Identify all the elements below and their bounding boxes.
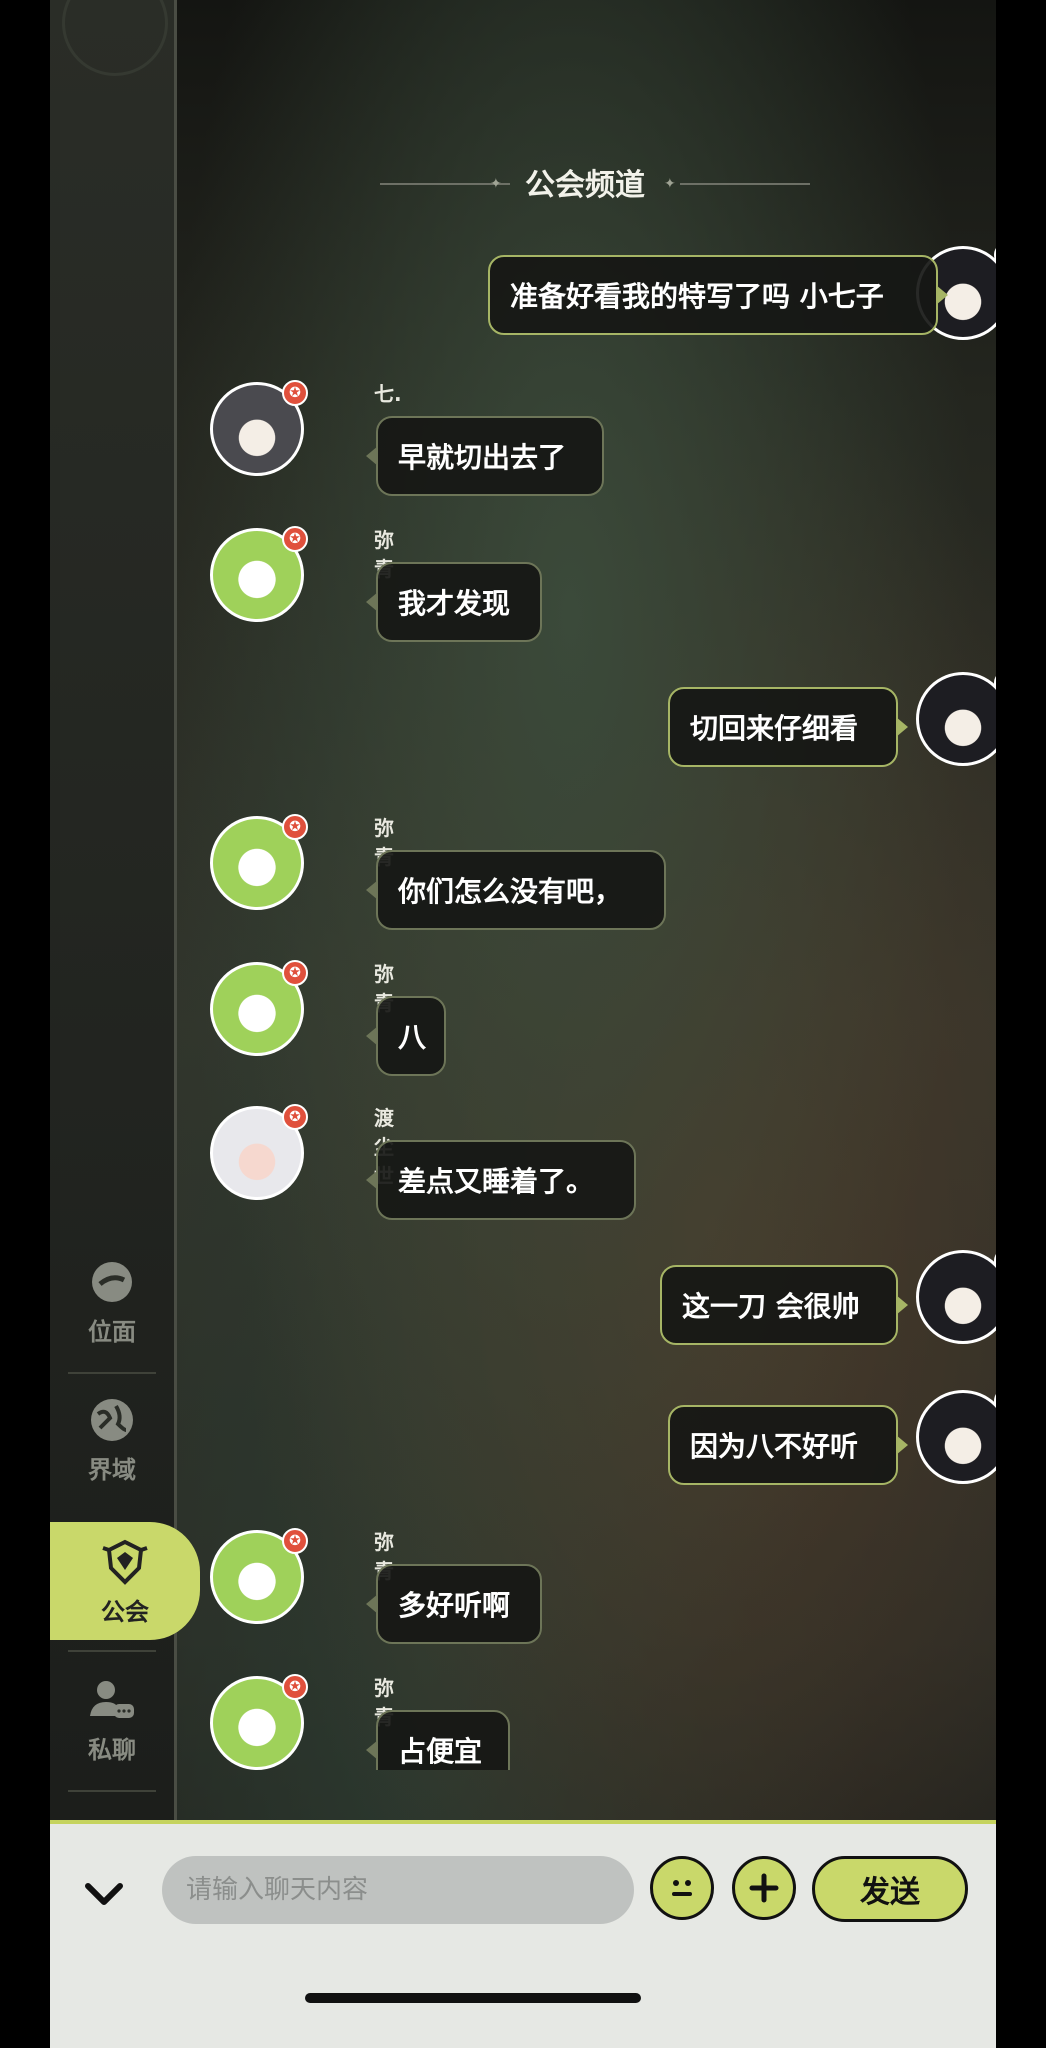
chat-input-bar: 发送 [50,1820,996,2048]
message-bubble[interactable]: 八 [366,996,446,1076]
level-badge-icon: ✪ [282,380,308,406]
avatar[interactable] [916,1250,996,1344]
message-list[interactable]: ♛ 准备好看我的特写了吗 小七子 ✪ 七. 早就切出去了 ✪ 弥青 我才发现 ♛… [174,240,996,1770]
level-badge-icon: ✪ [282,1104,308,1130]
level-badge-icon: ✪ [282,526,308,552]
home-indicator[interactable] [305,1993,641,2003]
message-bubble[interactable]: 切回来仔细看 [668,687,908,767]
sidebar-item-plane[interactable]: 位面 [50,1242,174,1360]
chat-screen: 位面 界域 公会 私聊 ✦ 公会频道 ✦ 准备好看我的特写了吗 小七子 ✪ 七.… [50,0,996,2048]
page-title: 公会频道 [525,168,645,203]
chevron-down-icon[interactable] [80,1874,128,1914]
sidebar-item-label: 界域 [88,1455,136,1484]
divider [68,1650,156,1652]
chat-text-input[interactable] [162,1856,634,1924]
message-bubble[interactable]: 因为八不好听 [668,1405,908,1485]
divider [68,1790,156,1792]
level-badge-icon: ✪ [282,1674,308,1700]
message-bubble[interactable]: 多好听啊 [366,1564,542,1644]
level-badge-icon: ✪ [282,814,308,840]
emblem-icon [62,0,168,76]
sidebar: 位面 界域 公会 私聊 [50,0,200,1820]
message-bubble[interactable]: 占便宜 [366,1710,510,1770]
message-bubble[interactable]: 你们怎么没有吧， [366,850,666,930]
message-bubble[interactable]: 这一刀 会很帅 [660,1265,908,1345]
emoji-button[interactable] [650,1856,714,1920]
message-bubble[interactable]: 早就切出去了 [366,416,604,496]
guild-crest-icon [102,1539,148,1585]
message-bubble[interactable]: 准备好看我的特写了吗 小七子 [488,255,948,335]
sidebar-item-label: 私聊 [88,1735,136,1764]
message-bubble[interactable]: 差点又睡着了。 [366,1140,636,1220]
username: 七. [374,382,402,406]
private-chat-icon [90,1680,134,1718]
sidebar-item-private-chat[interactable]: 私聊 [50,1660,174,1778]
globe-icon [91,1398,133,1441]
diamond-icon: ✦ [664,176,676,192]
level-badge-icon: ✪ [282,1528,308,1554]
emoji-face-icon [672,1880,692,1896]
sidebar-item-realm[interactable]: 界域 [50,1380,174,1498]
message-bubble[interactable]: 我才发现 [366,562,542,642]
plus-icon [749,1873,779,1903]
avatar[interactable] [916,672,996,766]
divider [68,1372,156,1374]
avatar[interactable] [916,1390,996,1484]
level-badge-icon: ✪ [282,960,308,986]
title-line-right [680,183,810,185]
sidebar-item-label: 位面 [88,1317,136,1346]
planet-coin-icon [92,1261,132,1302]
add-button[interactable] [732,1856,796,1920]
send-button[interactable]: 发送 [812,1856,968,1922]
sidebar-item-label: 公会 [101,1597,149,1626]
